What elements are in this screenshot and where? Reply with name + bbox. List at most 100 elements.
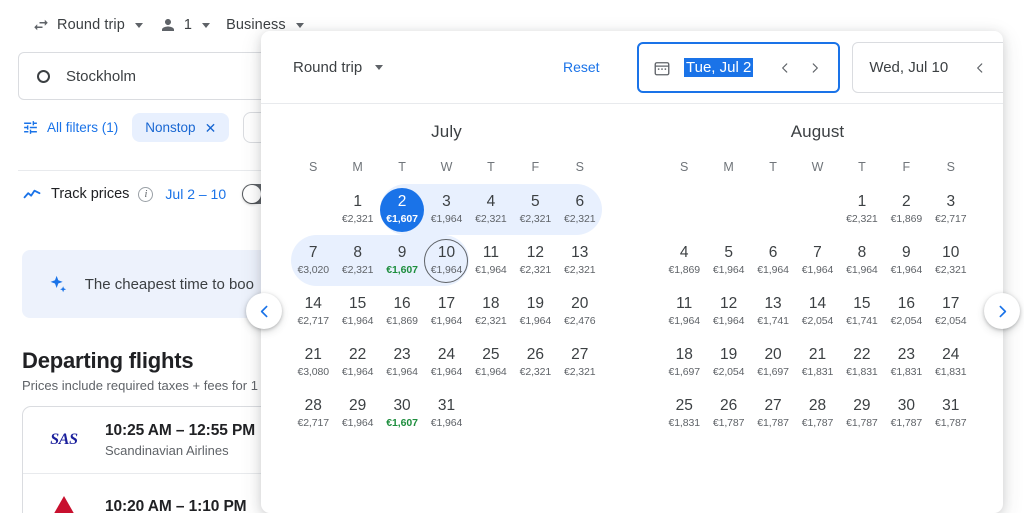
day-cell[interactable]: 19 €2,054 <box>706 337 750 388</box>
day-cell[interactable]: 26 €2,321 <box>513 337 557 388</box>
day-cell[interactable]: 5 €1,964 <box>706 235 750 286</box>
day-cell[interactable]: 3 €2,717 <box>929 184 973 235</box>
day-cell[interactable]: 4 €2,321 <box>468 184 514 235</box>
close-icon[interactable]: ✕ <box>205 121 217 135</box>
date-fields: Tue, Jul 2 Wed, Jul 10 <box>637 42 1003 93</box>
day-cell[interactable]: 28 €2,717 <box>291 388 335 439</box>
day-cell[interactable]: 30 €1,787 <box>884 388 928 439</box>
day-cell[interactable]: 16 €1,869 <box>380 286 424 337</box>
day-price: €1,787 <box>890 417 923 430</box>
day-cell[interactable]: 25 €1,964 <box>469 337 513 388</box>
day-number: 21 <box>304 345 322 363</box>
track-prices-row: Track prices i Jul 2 – 10 <box>22 184 281 204</box>
day-cell[interactable]: 4 €1,869 <box>662 235 706 286</box>
day-cell[interactable]: 24 €1,964 <box>424 337 468 388</box>
track-prices-dates[interactable]: Jul 2 – 10 <box>165 186 226 202</box>
filter-chip-nonstop[interactable]: Nonstop ✕ <box>132 113 230 142</box>
toggle-knob <box>243 185 262 203</box>
day-cell[interactable]: 29 €1,787 <box>840 388 884 439</box>
day-price: €1,964 <box>430 366 463 379</box>
day-cell[interactable]: 10 €1,964 <box>424 235 469 286</box>
day-cell[interactable]: 17 €1,964 <box>424 286 468 337</box>
day-cell[interactable]: 18 €2,321 <box>469 286 513 337</box>
day-cell[interactable]: 25 €1,831 <box>662 388 706 439</box>
day-cell[interactable]: 13 €1,741 <box>751 286 795 337</box>
week-row: 1 €2,321 2 €1,869 3 €2,717 <box>662 184 973 235</box>
day-cell[interactable]: 19 €1,964 <box>513 286 557 337</box>
day-cell[interactable]: 14 €2,054 <box>795 286 839 337</box>
day-cell[interactable]: 6 €1,964 <box>751 235 795 286</box>
flight-row[interactable]: SAS 10:25 AM – 12:55 PM Scandinavian Air… <box>23 407 283 473</box>
departure-date-field[interactable]: Tue, Jul 2 <box>637 42 841 93</box>
day-cell[interactable]: 28 €1,787 <box>795 388 839 439</box>
day-cell[interactable]: 2 €1,607 <box>379 184 425 235</box>
next-dates-button[interactable] <box>984 293 1020 329</box>
day-cell[interactable]: 8 €2,321 <box>335 235 380 286</box>
info-icon[interactable]: i <box>138 186 154 202</box>
origin-input[interactable]: Stockholm <box>18 52 280 100</box>
day-number: 6 <box>575 192 585 210</box>
day-cell[interactable]: 3 €1,964 <box>424 184 469 235</box>
day-cell[interactable]: 27 €2,321 <box>558 337 602 388</box>
day-cell[interactable]: 22 €1,964 <box>335 337 379 388</box>
all-filters-label: All filters (1) <box>47 120 119 135</box>
panel-trip-type-selector[interactable]: Round trip <box>293 59 384 76</box>
day-cell[interactable]: 16 €2,054 <box>884 286 928 337</box>
flight-details: 10:25 AM – 12:55 PM Scandinavian Airline… <box>105 422 255 458</box>
day-cell[interactable]: 11 €1,964 <box>469 235 513 286</box>
month-july: July S M T W T F S 1 €2,321 2 €1,607 3 €1,964 4 €2,321 5… <box>261 122 632 439</box>
day-cell[interactable]: 20 €2,476 <box>558 286 602 337</box>
trip-type-selector[interactable]: Round trip <box>24 12 151 38</box>
previous-dates-button[interactable] <box>246 293 282 329</box>
reset-button[interactable]: Reset <box>563 59 600 75</box>
day-cell[interactable]: 9 €1,607 <box>379 235 425 286</box>
day-cell[interactable]: 13 €2,321 <box>558 235 602 286</box>
return-next-day-button[interactable] <box>997 55 1003 81</box>
day-number: 7 <box>813 243 822 261</box>
departure-next-day-button[interactable] <box>802 55 828 81</box>
day-cell[interactable]: 18 €1,697 <box>662 337 706 388</box>
day-cell[interactable]: 29 €1,964 <box>335 388 379 439</box>
day-cell[interactable]: 15 €1,964 <box>335 286 379 337</box>
day-cell[interactable]: 31 €1,787 <box>929 388 973 439</box>
day-cell[interactable]: 6 €2,321 <box>557 184 602 235</box>
day-number: 5 <box>724 243 733 261</box>
day-cell[interactable]: 27 €1,787 <box>751 388 795 439</box>
day-cell[interactable]: 14 €2,717 <box>291 286 335 337</box>
day-number: 23 <box>393 345 411 363</box>
day-cell[interactable]: 12 €1,964 <box>706 286 750 337</box>
day-cell[interactable]: 7 €1,964 <box>795 235 839 286</box>
day-cell[interactable]: 15 €1,741 <box>840 286 884 337</box>
day-cell[interactable]: 8 €1,964 <box>840 235 884 286</box>
week-row: 4 €1,869 5 €1,964 6 €1,964 7 €1,964 8 €1,964 9 €1,9… <box>662 235 973 286</box>
return-date-field[interactable]: Wed, Jul 10 <box>852 42 1003 93</box>
day-cell[interactable]: 30 €1,607 <box>380 388 424 439</box>
day-cell[interactable]: 23 €1,964 <box>380 337 424 388</box>
flight-row[interactable]: 10:20 AM – 1:10 PM <box>23 473 283 513</box>
day-cell[interactable]: 10 €2,321 <box>929 235 973 286</box>
day-cell[interactable]: 31 €1,964 <box>424 388 468 439</box>
departure-prev-day-button[interactable] <box>772 55 798 81</box>
day-cell[interactable]: 20 €1,697 <box>751 337 795 388</box>
passengers-selector[interactable]: 1 <box>151 12 218 38</box>
day-cell[interactable]: 5 €2,321 <box>513 184 558 235</box>
all-filters-button[interactable]: All filters (1) <box>22 119 118 136</box>
day-price: €1,831 <box>890 366 923 379</box>
day-cell[interactable]: 9 €1,964 <box>884 235 928 286</box>
day-price: €1,869 <box>668 264 700 277</box>
day-cell[interactable]: 23 €1,831 <box>884 337 928 388</box>
day-cell[interactable]: 1 €2,321 <box>840 184 884 235</box>
day-cell[interactable]: 11 €1,964 <box>662 286 706 337</box>
day-cell[interactable]: 24 €1,831 <box>929 337 973 388</box>
day-cell[interactable]: 7 €3,020 <box>291 235 336 286</box>
day-cell[interactable]: 2 €1,869 <box>884 184 928 235</box>
day-cell[interactable]: 22 €1,831 <box>840 337 884 388</box>
return-prev-day-button[interactable] <box>967 55 993 81</box>
day-cell[interactable]: 21 €1,831 <box>795 337 839 388</box>
day-cell[interactable]: 1 €2,321 <box>335 184 379 235</box>
day-number: 16 <box>393 294 411 312</box>
day-cell[interactable]: 21 €3,080 <box>291 337 335 388</box>
day-cell[interactable]: 12 €2,321 <box>513 235 557 286</box>
day-cell[interactable]: 26 €1,787 <box>706 388 750 439</box>
day-cell[interactable]: 17 €2,054 <box>929 286 973 337</box>
